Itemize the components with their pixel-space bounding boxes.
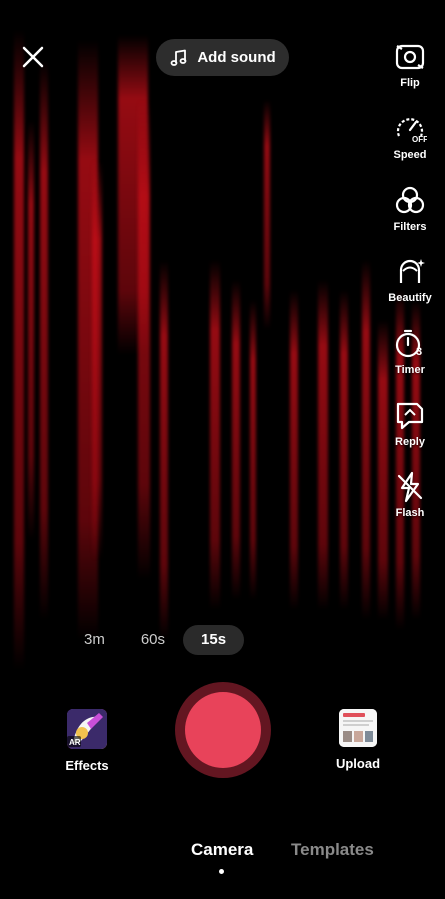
viewfinder-streak [40, 60, 48, 620]
duration-60s[interactable]: 60s [123, 625, 183, 655]
timer-icon: 3 [395, 329, 422, 358]
flip-icon [395, 44, 425, 70]
record-button[interactable] [175, 682, 271, 778]
timer-label: Timer [395, 364, 425, 376]
gallery-thumbnail-icon [339, 709, 377, 747]
beautify-icon [399, 259, 425, 283]
music-note-icon [170, 49, 187, 66]
viewfinder-streak [264, 100, 270, 330]
effects-label: Effects [65, 758, 109, 773]
duration-15s[interactable]: 15s [183, 625, 245, 655]
upload-button[interactable]: Upload [328, 709, 388, 771]
viewfinder-streak [232, 280, 240, 600]
flip-label: Flip [400, 77, 420, 89]
reply-label: Reply [395, 436, 425, 448]
reply-tool[interactable]: Reply [375, 399, 445, 448]
flash-off-icon [397, 471, 423, 503]
tab-camera[interactable]: Camera [191, 840, 253, 860]
viewfinder-streak [28, 120, 34, 540]
speed-icon: OFF [396, 118, 427, 144]
record-button-inner [185, 692, 261, 768]
viewfinder-streak [210, 260, 220, 610]
upload-label: Upload [335, 756, 381, 771]
ar-badge: AR [69, 738, 81, 747]
timer-tool[interactable]: 3 Timer [375, 327, 445, 376]
viewfinder-streak [362, 260, 370, 620]
filters-tool[interactable]: Filters [375, 184, 445, 233]
add-sound-label: Add sound [197, 49, 276, 66]
speed-badge: OFF [412, 135, 427, 144]
effects-thumbnail: AR [67, 709, 107, 749]
viewfinder-streak [160, 260, 168, 640]
active-tab-indicator [219, 869, 224, 874]
viewfinder-streak [250, 300, 256, 600]
flip-tool[interactable]: Flip [375, 40, 445, 89]
viewfinder-streak [138, 100, 150, 580]
close-button[interactable] [18, 42, 48, 72]
upload-thumbnail [339, 709, 377, 747]
timer-badge: 3 [416, 346, 422, 358]
viewfinder-streak [92, 160, 102, 560]
filters-icon [395, 186, 425, 214]
filters-label: Filters [393, 221, 427, 233]
add-sound-button[interactable]: Add sound [156, 39, 289, 76]
reply-icon [396, 402, 424, 430]
viewfinder-streak [14, 30, 24, 670]
speed-tool[interactable]: OFF Speed [375, 112, 445, 161]
effects-button[interactable]: AR Effects [62, 709, 112, 773]
close-icon [22, 46, 44, 68]
viewfinder-streak [340, 290, 348, 610]
flash-label: Flash [395, 507, 425, 519]
duration-selector: 3m 60s 15s [66, 625, 245, 655]
tab-templates[interactable]: Templates [291, 840, 374, 860]
beautify-label: Beautify [388, 292, 432, 304]
speed-label: Speed [393, 149, 427, 161]
viewfinder-streak [318, 280, 328, 610]
mode-tabs: Camera Templates [0, 840, 445, 864]
duration-3m[interactable]: 3m [66, 625, 123, 655]
effects-icon: AR [67, 709, 107, 749]
beautify-tool[interactable]: Beautify [375, 255, 445, 304]
flash-tool[interactable]: Flash [375, 470, 445, 519]
viewfinder-streak [290, 290, 298, 610]
